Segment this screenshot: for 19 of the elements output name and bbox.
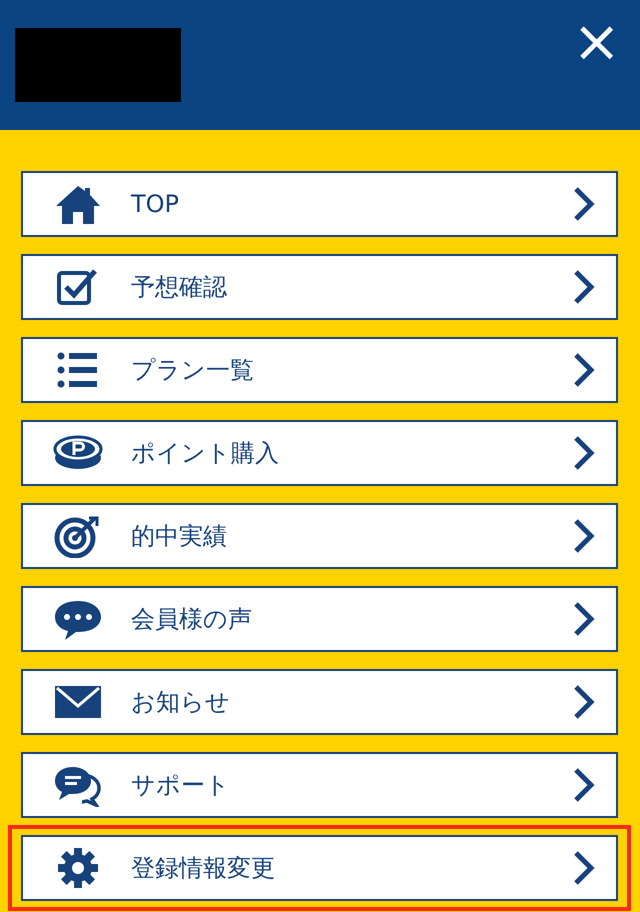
menu-item[interactable]: 登録情報変更 xyxy=(21,835,618,901)
menu-item[interactable]: ポイント購入 xyxy=(21,420,618,486)
chevron-right-icon xyxy=(572,352,596,388)
menu-item[interactable]: お知らせ xyxy=(21,669,618,735)
chevron-right-icon xyxy=(572,269,596,305)
close-button[interactable]: × xyxy=(572,12,621,70)
chevron-right-icon xyxy=(572,186,596,222)
chevron-right-icon xyxy=(572,435,596,471)
menu-item[interactable]: サポート xyxy=(21,752,618,818)
chevron-right-icon xyxy=(572,601,596,637)
chevron-right-icon xyxy=(572,767,596,803)
menu-item[interactable]: TOP xyxy=(21,171,618,237)
chevron-right-icon xyxy=(572,684,596,720)
chevron-right-icon xyxy=(572,850,596,886)
chevron-right-icon xyxy=(572,518,596,554)
menu-item[interactable]: 的中実績 xyxy=(21,503,618,569)
menu-item[interactable]: 会員様の声 xyxy=(21,586,618,652)
menu-item[interactable]: プラン一覧 xyxy=(21,337,618,403)
menu-item[interactable]: 予想確認 xyxy=(21,254,618,320)
